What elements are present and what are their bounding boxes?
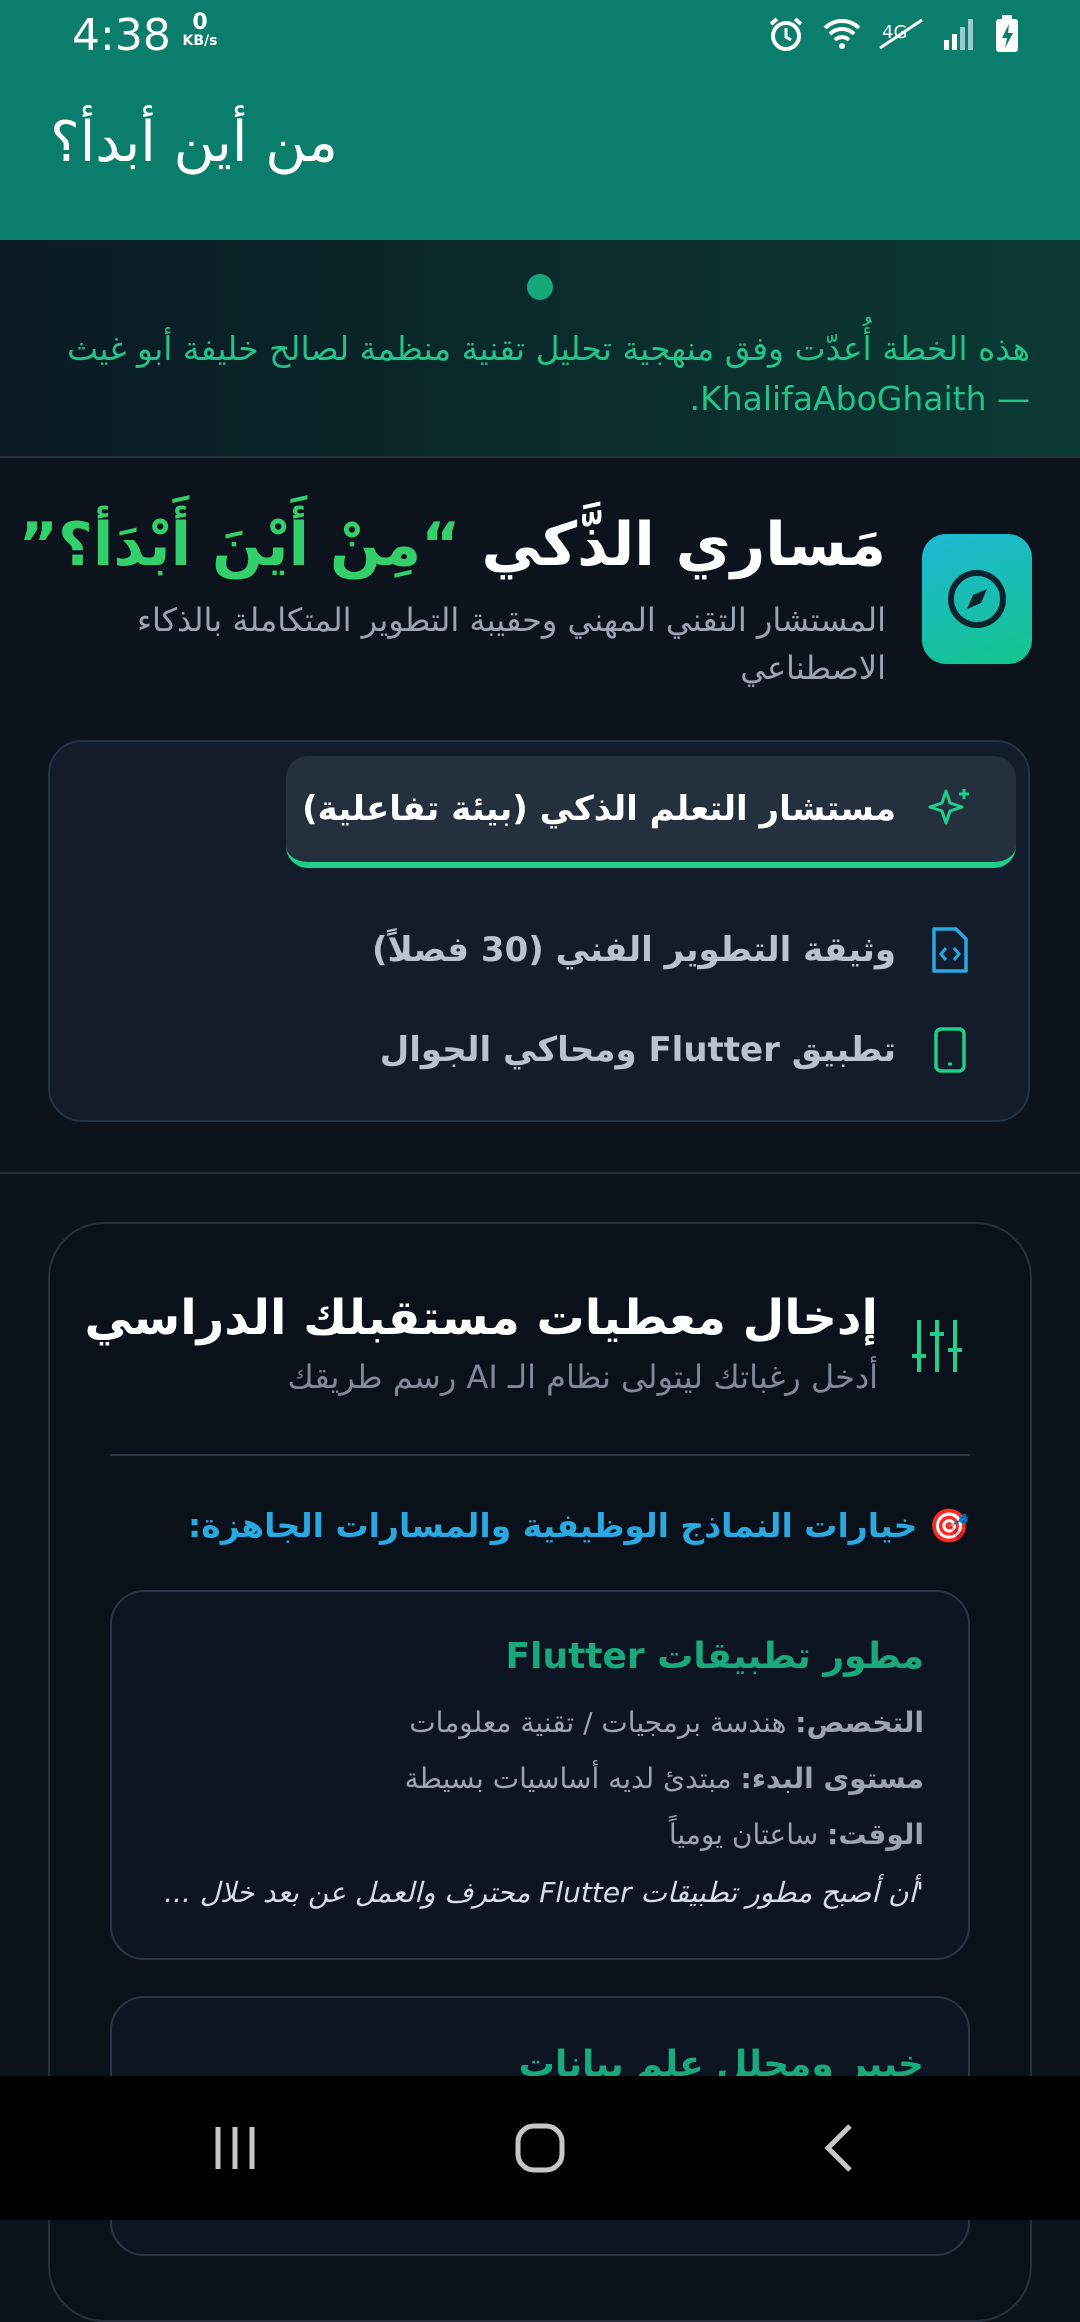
sliders-icon [910, 1316, 964, 1376]
alarm-icon [766, 14, 806, 58]
profile-title: مطور تطبيقات Flutter [505, 1636, 924, 1677]
app-title: من أين أبدأ؟ [50, 110, 338, 175]
smartphone-icon [926, 1026, 974, 1074]
file-code-icon [926, 926, 974, 974]
divider [0, 1172, 1080, 1174]
status-bar: 4:38 0 KB/s 4G [0, 0, 1080, 76]
time-value: ساعتان يومياً [668, 1818, 819, 1851]
wifi-icon [822, 14, 862, 58]
status-dot [527, 274, 553, 300]
nav-item-technical-doc[interactable]: وثيقة التطوير الفني (30 فصلاً) [372, 898, 974, 1002]
profile-level: مستوى البدء: مبتدئ لديه أساسيات بسيطة [405, 1762, 924, 1795]
compass-icon [922, 534, 1032, 664]
nav-item-label: تطبيق Flutter ومحاكي الجوال [379, 1030, 896, 1070]
time-label: الوقت: [827, 1818, 924, 1851]
specialty-label: التخصص: [795, 1706, 924, 1739]
section-nav: مستشار التعلم الذكي (بيئة تفاعلية) وثيقة… [48, 740, 1030, 1122]
page-title: مَساري الذَّكي “مِنْ أَيْنَ أَبْدَأ؟” [19, 510, 886, 580]
level-label: مستوى البدء: [740, 1762, 924, 1795]
divider [110, 1454, 970, 1456]
sparkles-icon [926, 785, 974, 833]
nav-item-label: وثيقة التطوير الفني (30 فصلاً) [371, 930, 896, 970]
network-speed-value: 0 [192, 10, 208, 35]
page-subtitle: المستشار التقني المهني وحقيبة التطوير ال… [136, 601, 886, 687]
options-title: 🎯 خيارات النماذج الوظيفية والمسارات الجا… [188, 1506, 970, 1545]
home-button[interactable] [505, 2076, 575, 2220]
system-nav-bar [0, 2076, 1080, 2220]
nav-item-learning-advisor[interactable]: مستشار التعلم الذكي (بيئة تفاعلية) [286, 756, 1016, 868]
profile-time: الوقت: ساعتان يومياً [669, 1818, 924, 1851]
battery-charging-icon [994, 14, 1020, 58]
level-value: مبتدئ لديه أساسيات بسيطة [404, 1762, 732, 1795]
network-speed: 0 KB/s [176, 10, 224, 50]
section-title: إدخال معطيات مستقبلك الدراسي [84, 1290, 878, 1346]
mobile-data-4g-icon: 4G [878, 16, 926, 56]
page-title-highlight: “مِنْ أَيْنَ أَبْدَأ؟” [18, 510, 461, 580]
attribution-banner: هذه الخطة أُعدّت وفق منهجية تحليل تقنية … [0, 240, 1080, 458]
back-button[interactable] [805, 2076, 875, 2220]
page-title-main: مَساري الذَّكي [481, 510, 886, 580]
profile-specialty: التخصص: هندسة برمجيات / تقنية معلومات [409, 1706, 924, 1739]
app-bar: 4:38 0 KB/s 4G من أين أبدأ؟ [0, 0, 1080, 240]
status-icons: 4G [766, 14, 1020, 58]
status-time: 4:38 [72, 10, 171, 61]
network-speed-unit: KB/s [182, 33, 218, 49]
banner-text: هذه الخطة أُعدّت وفق منهجية تحليل تقنية … [66, 329, 1030, 418]
signal-icon [942, 16, 978, 56]
nav-item-flutter-app[interactable]: تطبيق Flutter ومحاكي الجوال [380, 998, 974, 1102]
recent-apps-button[interactable] [200, 2076, 270, 2220]
nav-item-label: مستشار التعلم الذكي (بيئة تفاعلية) [302, 789, 896, 829]
profile-goal-quote: 'أن أصبح مطور تطبيقات Flutter محترف والع… [164, 1876, 924, 1909]
section-subtitle: أدخل رغباتك ليتولى نظام الـ AI رسم طريقك [287, 1358, 878, 1396]
specialty-value: هندسة برمجيات / تقنية معلومات [409, 1706, 787, 1739]
